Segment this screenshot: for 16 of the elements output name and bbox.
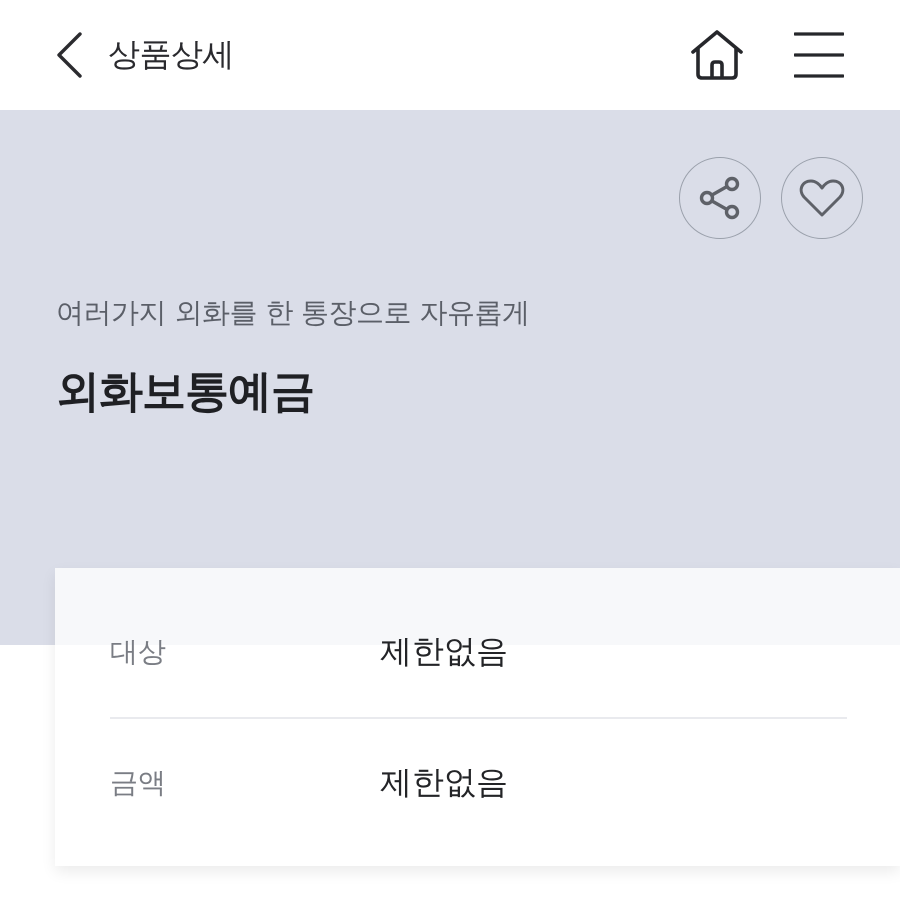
like-button[interactable]: [781, 157, 863, 239]
product-subtitle: 여러가지 외화를 한 통장으로 자유롭게: [56, 295, 531, 331]
share-button[interactable]: [679, 157, 761, 239]
detail-value: 제한없음: [380, 630, 508, 672]
menu-icon: [794, 32, 844, 78]
detail-label: 금액: [110, 764, 167, 800]
back-icon: [56, 32, 84, 78]
back-button[interactable]: [56, 32, 84, 78]
page-title: 상품상세: [108, 34, 235, 75]
product-title: 외화보통예금: [56, 365, 315, 419]
detail-value: 제한없음: [380, 762, 508, 802]
menu-button[interactable]: [794, 32, 844, 78]
home-button[interactable]: [690, 30, 744, 80]
home-icon: [690, 30, 744, 80]
detail-label: 대상: [110, 634, 167, 670]
share-icon: [699, 176, 741, 220]
